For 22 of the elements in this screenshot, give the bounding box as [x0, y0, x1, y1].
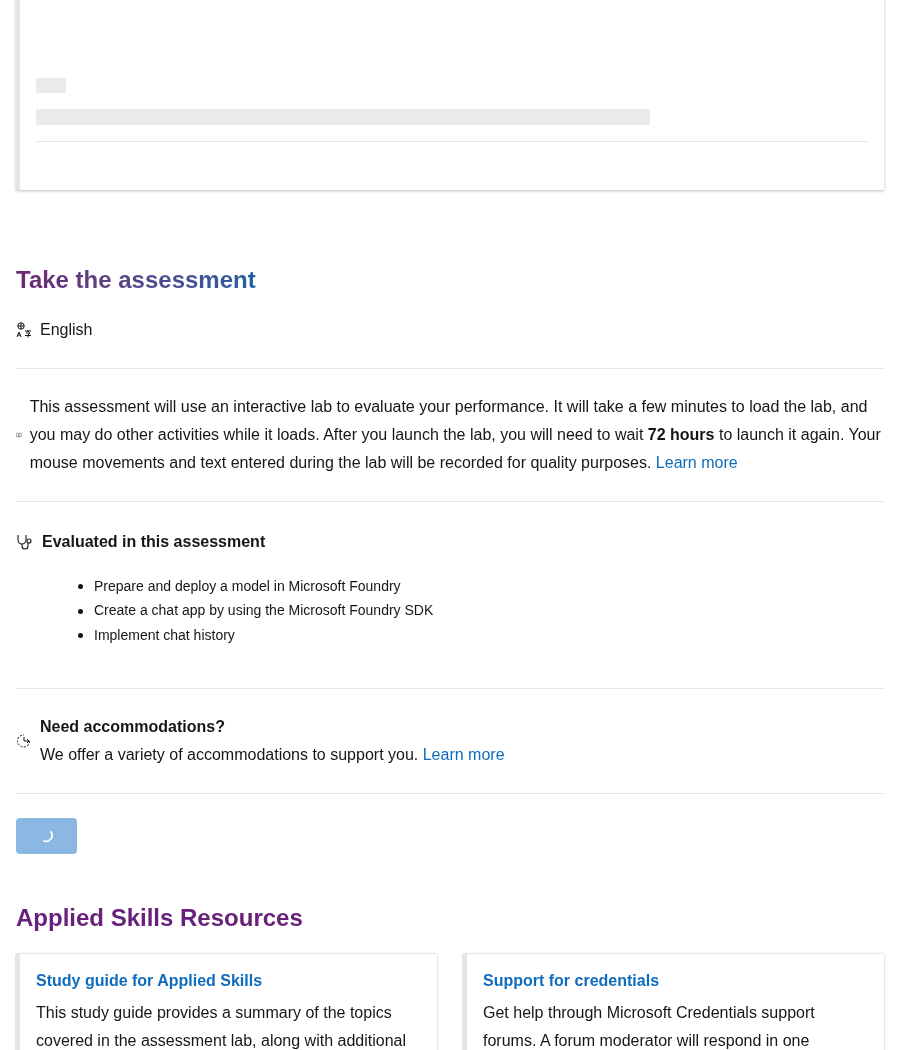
stethoscope-icon [16, 533, 34, 551]
launch-button[interactable] [16, 817, 77, 854]
accommodations-text: We offer a variety of accommodations to support you. Learn more [40, 744, 505, 765]
bullet-icon [78, 633, 83, 638]
skill-item: Create a chat app by using the Microsoft Foundry SDK [94, 601, 434, 621]
card-description: This study guide provides a summary of the topics covered in the assessment lab, along with additional [36, 1002, 407, 1050]
bullet-icon [78, 608, 83, 614]
card-title-link[interactable]: Study guide for Applied Skills [36, 967, 421, 994]
bullet-icon [78, 584, 83, 589]
learn-more-link[interactable]: Learn more [655, 454, 738, 471]
section-heading: Applied Skills Resources [16, 902, 304, 933]
skill-item: Implement chat history [94, 625, 235, 645]
lab-notice-text: This assessment will use an interactive lab to evaluate your performance. It will take a few minutes to load the lab, and you may do other activities while it loads. After you launch the lab, you will need to wait 72 hours to launch it again. Your mouse movements and text entered during the lab will be recorded for quality purposes. Learn more [29, 397, 882, 473]
language-label: English [40, 320, 93, 340]
skill-item: Prepare and deploy a model in Microsoft Foundry [94, 576, 401, 596]
evaluated-heading: Evaluated in this assessment [42, 532, 266, 552]
accommodations-heading: Need accommodations? [40, 716, 226, 737]
card-description: Get help through Microsoft Credentials support forums. A forum moderator will respond in one [483, 1002, 816, 1050]
learn-more-link[interactable]: Learn more [422, 745, 505, 763]
language-icon [16, 322, 32, 338]
card-title-link[interactable]: Support for credentials [483, 967, 868, 994]
clock-icon [16, 732, 32, 749]
